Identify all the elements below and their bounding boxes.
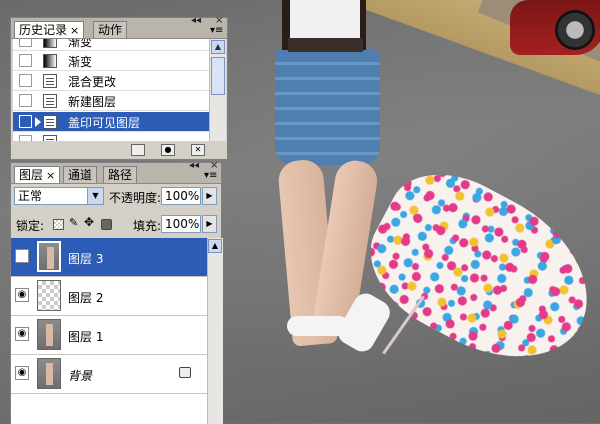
opacity-input[interactable]: 100% (161, 187, 201, 205)
snapshot-source-checkbox[interactable] (19, 94, 32, 107)
layer-thumbnail (37, 280, 61, 311)
history-scrollbar[interactable]: ▲ ▼ (209, 39, 226, 157)
scroll-thumb[interactable] (211, 57, 225, 95)
layers-panel: 图层 × 通道 路径 ◂◂ × ▾≡ 正常 ▼ 不透明度: 100% ▶ 锁定: … (10, 161, 223, 424)
lock-pixels-brush-icon[interactable]: ✎ (69, 217, 80, 228)
lock-label: 锁定: (16, 219, 45, 233)
collapse-icon[interactable]: ◂◂ (189, 161, 199, 171)
tab-channels[interactable]: 通道 (63, 166, 98, 183)
lock-transparency-icon[interactable] (53, 219, 64, 230)
layer-name[interactable]: 图层 2 (68, 289, 103, 306)
opacity-slider-arrow-icon[interactable]: ▶ (202, 187, 217, 205)
shirt (290, 0, 360, 40)
denim-skirt (275, 50, 380, 165)
history-item[interactable]: 渐变 (13, 51, 211, 71)
history-item[interactable]: 渐变 (13, 39, 211, 51)
history-item-label: 新建图层 (68, 95, 117, 109)
history-item[interactable]: 混合更改 (13, 71, 211, 91)
layers-tab-bar: 图层 × 通道 路径 ◂◂ × ▾≡ (11, 161, 221, 184)
eye-icon[interactable]: ◉ (15, 288, 29, 302)
lock-icon (179, 367, 191, 378)
tab-actions[interactable]: 动作 (93, 21, 128, 38)
history-tab-bar: 历史记录 × 动作 ◂◂ × ▾≡ (11, 16, 227, 39)
history-item[interactable]: 新建图层 (13, 91, 211, 111)
lock-fill-row: 锁定: ✎ ✥ 填充: 100% ▶ (11, 214, 221, 238)
panel-menu-icon[interactable]: ▾≡ (210, 25, 223, 36)
fill-slider-arrow-icon[interactable]: ▶ (202, 215, 217, 233)
layer-name[interactable]: 图层 3 (68, 250, 103, 267)
layers-scrollbar[interactable]: ▲ (207, 238, 223, 424)
snapshot-source-checkbox[interactable] (19, 39, 32, 47)
history-footer: ● ✕ (11, 141, 227, 159)
tab-channels-label: 通道 (68, 168, 93, 182)
tab-history[interactable]: 历史记录 × (14, 21, 85, 38)
chevron-down-icon[interactable]: ▼ (87, 188, 103, 204)
fill-label: 填充: (133, 219, 162, 233)
eye-icon[interactable]: ◉ (15, 249, 29, 263)
opacity-value: 100% (165, 189, 200, 203)
layer-row-background[interactable]: ◉ 背景 (11, 355, 207, 394)
layer-row[interactable]: ◉ 图层 2 (11, 277, 207, 316)
snapshot-source-checkbox[interactable] (19, 74, 32, 87)
blend-opacity-row: 正常 ▼ 不透明度: 100% ▶ (11, 187, 221, 211)
fill-input[interactable]: 100% (161, 215, 201, 233)
history-item-label: 盖印可见图层 (68, 116, 141, 130)
scroll-up-icon[interactable]: ▲ (211, 40, 225, 54)
scroll-up-icon[interactable]: ▲ (208, 239, 222, 253)
new-document-icon[interactable] (131, 144, 145, 156)
belt (288, 38, 363, 52)
snapshot-source-checkbox[interactable] (19, 54, 32, 67)
close-tab-icon[interactable]: × (70, 24, 79, 37)
gradient-icon (43, 39, 57, 48)
umbrella (347, 150, 600, 390)
close-tab-icon[interactable]: × (46, 169, 55, 182)
panel-menu-icon[interactable]: ▾≡ (204, 170, 217, 181)
history-state-pointer-icon (35, 117, 41, 127)
history-list: 渐变 渐变 混合更改 新建图层 盖印可见图层 … (13, 39, 211, 157)
history-item-label: 渐变 (68, 55, 93, 69)
tab-layers-label: 图层 (19, 168, 44, 182)
eye-icon[interactable]: ◉ (15, 366, 29, 380)
layer-thumbnail (37, 358, 61, 389)
collapse-icon[interactable]: ◂◂ (191, 16, 201, 26)
layer-row[interactable]: ◉ 图层 1 (11, 316, 207, 355)
layer-list: ◉ 图层 3 ◉ 图层 2 ◉ 图层 1 ◉ 背景 (11, 238, 207, 424)
camera-snapshot-icon[interactable]: ● (161, 144, 175, 156)
history-state-icon (43, 74, 57, 88)
blend-mode-value: 正常 (18, 189, 43, 203)
gradient-icon (43, 54, 57, 68)
layer-row-selected[interactable]: ◉ 图层 3 (11, 238, 207, 277)
eye-icon[interactable]: ◉ (15, 327, 29, 341)
history-item-selected[interactable]: 盖印可见图层 (13, 112, 211, 132)
lock-position-move-icon[interactable]: ✥ (84, 216, 95, 228)
blend-mode-select[interactable]: 正常 ▼ (14, 187, 104, 205)
layer-thumbnail (37, 319, 61, 350)
history-item-label: 渐变 (68, 39, 93, 49)
history-panel: 历史记录 × 动作 ◂◂ × ▾≡ 渐变 渐变 混合更改 新建图层 盖印可见图层… (10, 16, 228, 160)
layer-thumbnail (37, 241, 61, 272)
snapshot-source-checkbox[interactable] (19, 115, 32, 128)
tab-paths-label: 路径 (108, 168, 133, 182)
history-state-icon (43, 115, 57, 129)
lock-all-padlock-icon[interactable] (101, 219, 112, 230)
opacity-label: 不透明度: (109, 191, 162, 205)
car-wheel (555, 10, 595, 50)
tab-layers[interactable]: 图层 × (14, 166, 61, 183)
layer-name[interactable]: 图层 1 (68, 328, 103, 345)
tab-paths[interactable]: 路径 (103, 166, 138, 183)
history-state-icon (43, 94, 57, 108)
tab-actions-label: 动作 (98, 23, 123, 37)
tab-history-label: 历史记录 (19, 23, 68, 37)
history-item-label: 混合更改 (68, 75, 117, 89)
trash-icon[interactable]: ✕ (191, 144, 205, 156)
layer-name[interactable]: 背景 (68, 367, 92, 384)
fill-value: 100% (165, 217, 200, 231)
